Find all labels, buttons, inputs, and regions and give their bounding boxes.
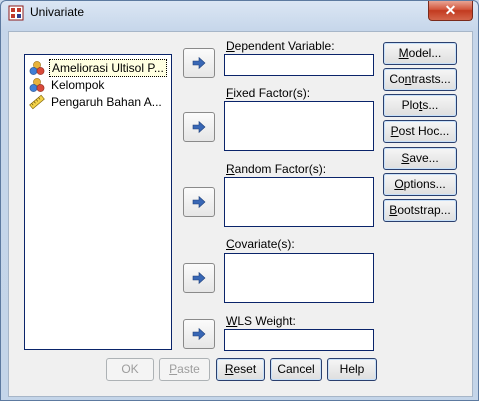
nominal-icon: [29, 78, 45, 92]
fixed-factors-label: Fixed Factor(s):: [226, 86, 311, 100]
right-arrow-icon: [192, 271, 206, 285]
window-title: Univariate: [30, 5, 85, 19]
random-factors-label: Random Factor(s):: [226, 162, 327, 176]
scale-ruler-icon: [29, 94, 45, 110]
close-button[interactable]: ✕: [428, 1, 473, 21]
dialog-body: Ameliorasi Ultisol P... Kelompok Pengaru…: [8, 31, 473, 397]
move-to-wls-weight-button[interactable]: [183, 319, 215, 349]
variable-label: Ameliorasi Ultisol P...: [49, 59, 167, 77]
fixed-factors-list[interactable]: [224, 101, 374, 151]
paste-button[interactable]: Paste: [159, 358, 210, 381]
random-factors-list[interactable]: [224, 177, 374, 227]
move-to-random-factor-button[interactable]: [183, 187, 215, 217]
right-arrow-icon: [192, 195, 206, 209]
help-button[interactable]: Help: [327, 358, 377, 381]
wls-weight-field[interactable]: [224, 329, 374, 351]
wls-weight-label: WLS Weight:: [226, 314, 296, 328]
covariates-list[interactable]: [224, 253, 374, 303]
ok-button[interactable]: OK: [106, 358, 154, 381]
move-to-fixed-factor-button[interactable]: [183, 112, 215, 142]
univariate-dialog: Univariate ✕ Ameliorasi Ultisol P... Kel…: [0, 0, 479, 401]
save-button[interactable]: Save...: [383, 147, 457, 170]
close-icon: ✕: [444, 2, 457, 18]
variable-label: Kelompok: [51, 78, 105, 92]
right-arrow-icon: [192, 56, 206, 70]
cancel-button[interactable]: Cancel: [270, 358, 322, 381]
dependent-variable-label: Dependent Variable:: [226, 39, 335, 53]
right-arrow-icon: [192, 327, 206, 341]
post-hoc-button[interactable]: Post Hoc...: [383, 120, 457, 143]
spss-app-icon: [8, 5, 24, 21]
covariates-label: Covariate(s):: [226, 237, 295, 251]
bootstrap-button[interactable]: Bootstrap...: [383, 199, 457, 222]
variable-label: Pengaruh Bahan A...: [51, 95, 162, 109]
dependent-variable-field[interactable]: [224, 54, 374, 76]
move-to-covariate-button[interactable]: [183, 263, 215, 293]
right-arrow-icon: [192, 120, 206, 134]
source-variable-list[interactable]: Ameliorasi Ultisol P... Kelompok Pengaru…: [24, 54, 172, 350]
plots-button[interactable]: Plots...: [383, 94, 457, 117]
options-button[interactable]: Options...: [383, 173, 457, 196]
move-to-dependent-button[interactable]: [183, 48, 215, 78]
reset-button[interactable]: Reset: [216, 358, 265, 381]
nominal-icon: [29, 61, 45, 75]
model-button[interactable]: Model...: [383, 42, 457, 65]
title-bar[interactable]: Univariate ✕: [1, 1, 478, 25]
contrasts-button[interactable]: Contrasts...: [383, 68, 457, 91]
